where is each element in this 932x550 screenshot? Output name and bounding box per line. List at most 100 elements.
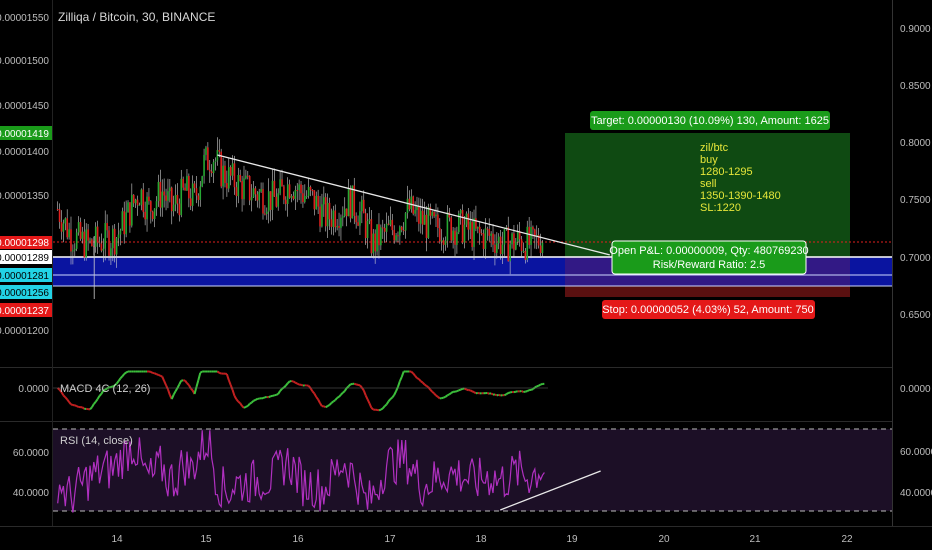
candle-body: [279, 179, 281, 194]
candle-body: [347, 187, 350, 217]
candle-body: [184, 187, 186, 191]
candle-body: [484, 228, 487, 249]
candle-body: [486, 228, 489, 230]
macd-tick-right: 0.0000: [900, 384, 931, 395]
candle-body: [212, 162, 215, 174]
macd-segment: [66, 398, 70, 403]
candle-body: [471, 221, 473, 247]
candle-body: [66, 218, 68, 238]
rsi-tick-left: 60.0000: [13, 448, 50, 459]
candle-body: [237, 174, 240, 197]
candle-body: [186, 175, 188, 191]
candle-body: [108, 230, 110, 256]
macd-segment: [121, 373, 126, 377]
macd-segment: [249, 401, 253, 405]
candle-body: [357, 222, 359, 226]
candle-body: [456, 232, 458, 245]
candle-body: [96, 226, 99, 243]
candle-body: [165, 195, 167, 201]
candle-body: [431, 211, 433, 216]
candle-body: [132, 194, 135, 204]
candle-body: [307, 186, 310, 196]
rsi-label: RSI (14, close): [60, 435, 133, 447]
macd-segment: [296, 382, 300, 386]
candle-body: [125, 212, 127, 235]
macd-segment: [370, 407, 374, 411]
candle-body: [520, 239, 523, 252]
candle-body: [332, 210, 335, 227]
candle-body: [477, 226, 479, 229]
macd-segment: [427, 386, 432, 391]
x-tick: 19: [566, 534, 578, 545]
macd-segment: [437, 396, 441, 400]
macd-segment: [435, 394, 439, 398]
candle-body: [286, 184, 289, 204]
candle-body: [496, 243, 498, 253]
macd-segment: [410, 370, 414, 375]
candle-body: [113, 228, 116, 255]
macd-segment: [64, 396, 68, 401]
macd-segment: [89, 406, 93, 411]
candle-body: [370, 219, 373, 254]
macd-segment: [167, 388, 171, 396]
candle-body: [102, 248, 105, 251]
macd-segment: [285, 382, 289, 387]
candle-body: [148, 196, 150, 202]
macd-segment: [334, 397, 338, 401]
candle-body: [326, 202, 329, 227]
entry-price-label: 0.00001289: [0, 253, 49, 264]
candle-body: [425, 214, 428, 239]
macd-segment: [195, 379, 200, 388]
candle-body: [89, 239, 91, 241]
candle-body: [383, 227, 386, 232]
candle-body: [345, 208, 348, 217]
macd-segment: [507, 391, 511, 394]
macd-segment: [178, 380, 183, 385]
candle-body: [246, 175, 249, 177]
candle-body: [87, 229, 89, 241]
candle-body: [334, 210, 337, 228]
macd-segment: [364, 394, 369, 400]
candle-body: [157, 181, 160, 202]
candle-body: [302, 193, 304, 203]
candle-body: [364, 213, 367, 239]
candle-body: [140, 189, 143, 205]
macd-segment: [496, 393, 499, 397]
macd-segment: [125, 370, 129, 374]
candle-body: [343, 208, 346, 217]
candle-body: [526, 226, 529, 260]
candle-body: [305, 195, 308, 197]
candle-body: [328, 202, 331, 220]
candle-body: [136, 199, 139, 206]
note-line: SL:1220: [700, 202, 741, 214]
candle-body: [372, 233, 375, 254]
stop-text: Stop: 0.00000052 (4.03%) 52, Amount: 750: [602, 304, 814, 316]
candle-body: [351, 185, 354, 219]
macd-segment: [154, 372, 157, 376]
candle-body: [393, 230, 395, 241]
candle-body: [298, 184, 300, 191]
macd-segment: [325, 405, 329, 409]
candle-body: [222, 165, 224, 187]
candle-body: [296, 190, 299, 192]
macd-segment: [233, 395, 238, 400]
candle-body: [174, 194, 177, 205]
macd-segment: [235, 398, 240, 403]
chart-canvas[interactable]: Zilliqa / Bitcoin, 30, BINANCE MACD 4C (…: [0, 0, 932, 550]
macd-segment: [76, 405, 80, 408]
macd-segment: [362, 390, 367, 396]
candle-body: [138, 204, 141, 206]
candle-body: [463, 224, 466, 243]
rsi-tick-right: 40.0000: [900, 488, 932, 499]
macd-segment: [530, 388, 534, 391]
candle-body: [201, 176, 203, 187]
macd-segment: [421, 381, 426, 386]
macd-segment: [119, 375, 124, 380]
macd-segment: [490, 392, 494, 396]
macd-segment: [199, 370, 203, 374]
macd-segment: [469, 389, 473, 393]
candle-body: [513, 233, 515, 250]
candle-body: [239, 174, 241, 182]
macd-segment: [446, 393, 450, 397]
zone-high-label: 0.00001281: [0, 271, 49, 282]
